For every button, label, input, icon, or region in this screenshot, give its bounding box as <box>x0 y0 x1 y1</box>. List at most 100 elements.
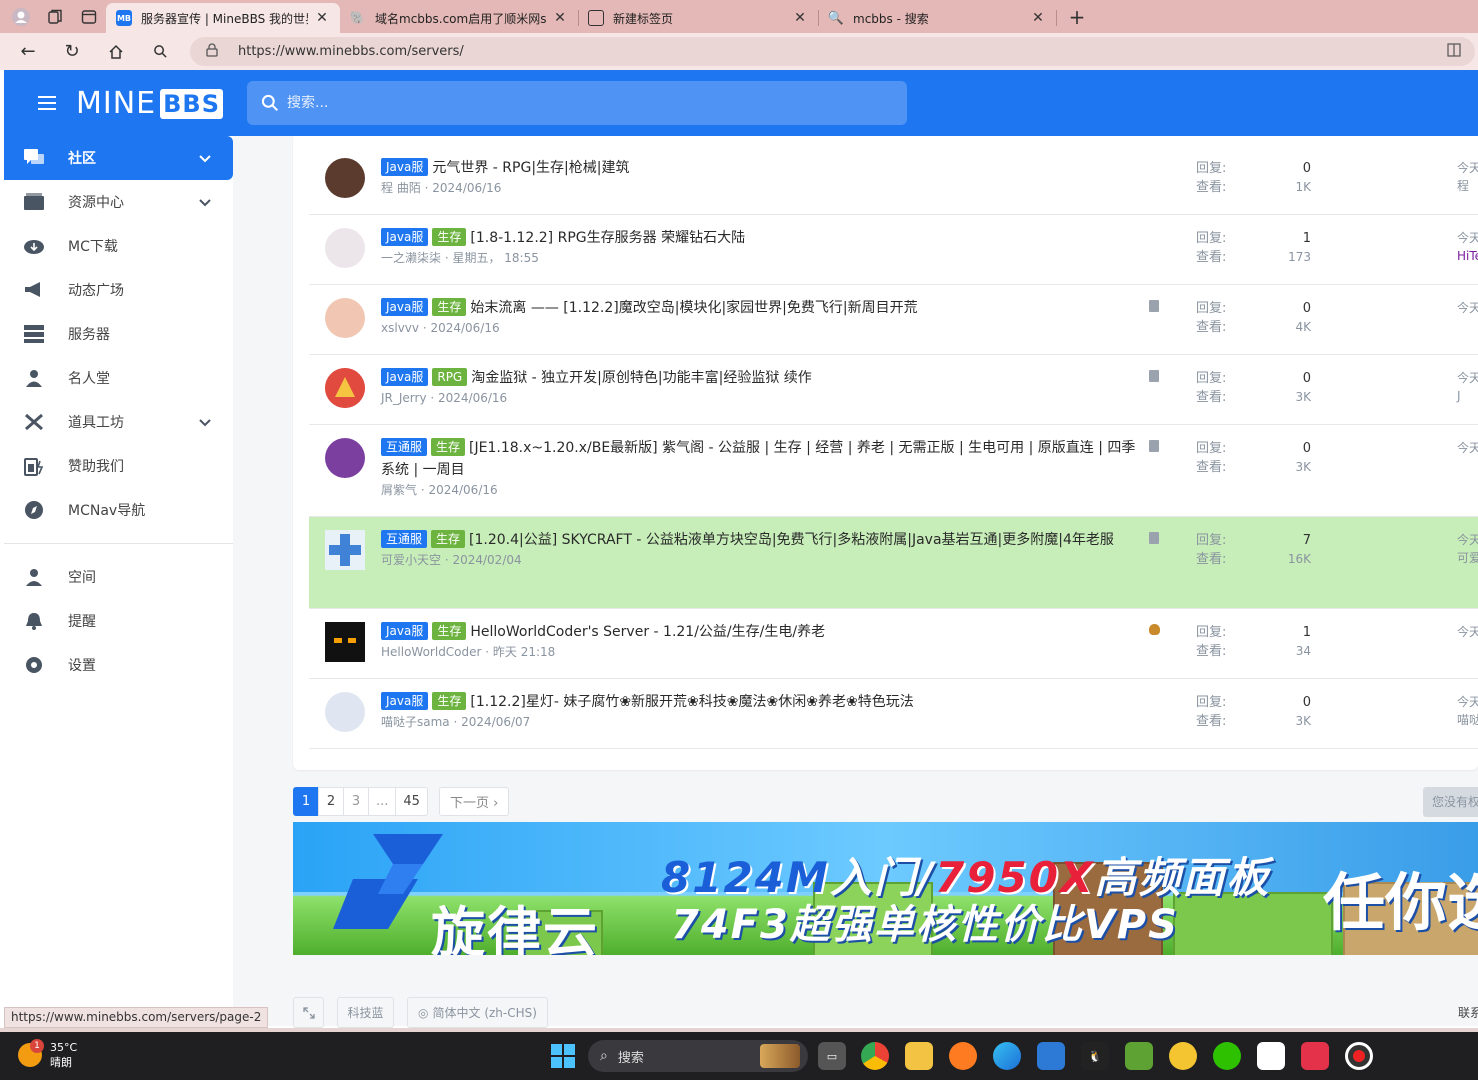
thread-row[interactable]: Java服 RPG 淘金监狱 - 独立开发|原创特色|功能丰富|经验监狱 续作 JR_… <box>309 355 1478 425</box>
thread-title[interactable]: Java服 生存 [1.12.2]星灯- 妹子腐竹❀新服开荒❀科技❀魔法❀休闲❀养老… <box>381 691 1141 713</box>
thread-row[interactable]: Java服 元气世界 - RPG|生存|枪械|建筑程 曲陌 · 2024/06/1… <box>309 136 1478 215</box>
thread-title-text[interactable]: [1.20.4|公益] SKYCRAFT - 公益粘液单方块空岛|免费飞行|多粘… <box>469 532 1114 548</box>
thread-title[interactable]: 互通服 生存 [JE1.18.x~1.20.x/BE最新版] 紫气阁 - 公益服 |… <box>381 437 1141 481</box>
last-post[interactable]: 今天 HiTe <box>1457 229 1478 265</box>
thread-title-text[interactable]: 始末流离 —— [1.12.2]魔改空岛|模块化|家园世界|免费飞行|新周目开荒 <box>470 300 917 316</box>
prefix-badge[interactable]: Java服 <box>381 622 429 640</box>
sidebar-item-2[interactable]: 提醒 <box>4 599 233 643</box>
thread-row[interactable]: Java服 生存 HelloWorldCoder's Server - 1.21/公… <box>309 609 1478 679</box>
banner-ad[interactable]: 旋律云 8124M入门/7950X高频面板 74F3超强单核性价比VPS 任你选 <box>293 822 1478 955</box>
weather-widget[interactable]: 1 35°C 晴朗 <box>18 1039 77 1070</box>
qq-icon[interactable]: 🐧 <box>1081 1042 1109 1070</box>
refresh-icon[interactable]: ↻ <box>56 36 88 68</box>
last-post[interactable]: 今天 <box>1457 439 1478 457</box>
last-post[interactable]: 今天程 <box>1457 159 1478 195</box>
home-icon[interactable] <box>100 36 132 68</box>
last-post[interactable]: 今天 可爱 <box>1457 531 1478 567</box>
thread-author[interactable]: 一之濑柒柒 <box>381 251 441 265</box>
avatar[interactable] <box>325 158 365 198</box>
last-post[interactable]: 今天 喵哒 <box>1457 693 1478 729</box>
split-screen-icon[interactable] <box>1447 43 1461 61</box>
contact-link[interactable]: 联系 <box>1458 1004 1478 1021</box>
next-page-button[interactable]: 下一页 › <box>438 787 510 816</box>
prefix-badge[interactable]: 互通服 <box>381 530 428 548</box>
sidebar-item-9[interactable]: MCNav导航 <box>4 488 233 532</box>
red-app-icon[interactable] <box>1301 1042 1329 1070</box>
page-link-3[interactable]: 3 <box>343 787 369 816</box>
taskbar-search[interactable]: ⌕ 搜索 <box>588 1040 808 1072</box>
tab-actions-icon[interactable] <box>76 4 102 30</box>
minecraft-icon[interactable] <box>1125 1042 1153 1070</box>
prefix-badge[interactable]: 互通服 <box>381 438 428 456</box>
fullscreen-icon[interactable] <box>293 997 324 1028</box>
thread-row[interactable]: Java服 生存 [1.8-1.12.2] RPG生存服务器 荣耀钻石大陆一之濑柒柒… <box>309 215 1478 285</box>
last-post-user[interactable]: 喵哒 <box>1457 711 1478 729</box>
last-post-user[interactable]: 程 <box>1457 177 1478 195</box>
thread-title-text[interactable]: [JE1.18.x~1.20.x/BE最新版] 紫气阁 - 公益服 | 生存 |… <box>381 440 1135 478</box>
avatar[interactable] <box>325 530 365 570</box>
page-link-1[interactable]: 1 <box>293 787 319 816</box>
sidebar-item-2[interactable]: 资源中心 <box>4 180 233 224</box>
last-post[interactable]: 今天 <box>1457 623 1478 641</box>
prefix-badge[interactable]: Java服 <box>381 692 429 710</box>
language-button[interactable]: ◎ 简体中文 (zh-CHS) <box>407 997 548 1028</box>
thread-row[interactable]: 互通服 生存 [1.20.4|公益] SKYCRAFT - 公益粘液单方块空岛|免费… <box>309 517 1478 609</box>
prefix-badge[interactable]: Java服 <box>381 298 429 316</box>
thread-author[interactable]: xslvvv <box>381 321 419 335</box>
page-link-5[interactable]: 45 <box>395 787 428 816</box>
close-tab-icon[interactable]: ✕ <box>1030 10 1046 26</box>
avatar[interactable] <box>325 438 365 478</box>
search-icon[interactable] <box>144 36 176 68</box>
task-view-icon[interactable]: ▭ <box>818 1042 846 1070</box>
avatar[interactable] <box>325 368 365 408</box>
thread-author[interactable]: 可爱小天空 <box>381 553 441 567</box>
no-permission-button[interactable]: 您没有权限 <box>1423 787 1478 817</box>
browser-tab-1[interactable]: MB 服务器宣传 | MineBBS 我的世界中 ✕ <box>106 3 340 33</box>
sidebar-item-7[interactable]: 道具工坊 <box>4 400 233 444</box>
sidebar-item-8[interactable]: 赞助我们 <box>4 444 233 488</box>
theme-button[interactable]: 科技蓝 <box>337 997 394 1028</box>
thread-title-text[interactable]: HelloWorldCoder's Server - 1.21/公益/生存/生电… <box>470 624 825 640</box>
app-icon[interactable] <box>1169 1042 1197 1070</box>
prefix-badge[interactable]: Java服 <box>381 158 429 176</box>
store-icon[interactable] <box>1037 1042 1065 1070</box>
edge-icon[interactable] <box>993 1042 1021 1070</box>
menu-toggle-icon[interactable] <box>38 96 56 110</box>
thread-title-text[interactable]: [1.12.2]星灯- 妹子腐竹❀新服开荒❀科技❀魔法❀休闲❀养老❀特色玩法 <box>470 694 913 710</box>
browser-tab-3[interactable]: 新建标签页 ✕ <box>578 3 819 33</box>
thread-author[interactable]: HelloWorldCoder <box>381 645 481 659</box>
thread-title[interactable]: Java服 生存 HelloWorldCoder's Server - 1.21/公… <box>381 621 1141 643</box>
new-tab-button[interactable]: + <box>1062 2 1092 32</box>
wechat-icon[interactable] <box>1213 1042 1241 1070</box>
site-search[interactable] <box>247 81 907 125</box>
thread-author[interactable]: 喵哒子sama <box>381 715 450 729</box>
sidebar-item-1[interactable]: 空间 <box>4 555 233 599</box>
chevron-down-icon[interactable] <box>199 151 211 167</box>
thread-title[interactable]: Java服 生存 始末流离 —— [1.12.2]魔改空岛|模块化|家园世界|免费飞… <box>381 297 1141 319</box>
network-app-icon[interactable] <box>1257 1042 1285 1070</box>
sidebar-item-6[interactable]: 名人堂 <box>4 356 233 400</box>
site-logo[interactable]: MINE BBS <box>76 86 224 121</box>
chrome-icon[interactable] <box>861 1042 889 1070</box>
search-input[interactable] <box>287 95 887 111</box>
collections-icon[interactable] <box>42 4 68 30</box>
thread-title-text[interactable]: [1.8-1.12.2] RPG生存服务器 荣耀钻石大陆 <box>470 230 745 246</box>
thread-title-text[interactable]: 元气世界 - RPG|生存|枪械|建筑 <box>432 160 629 176</box>
sidebar-item-3[interactable]: 设置 <box>4 643 233 687</box>
thread-title[interactable]: Java服 RPG 淘金监狱 - 独立开发|原创特色|功能丰富|经验监狱 续作 <box>381 367 1141 389</box>
thread-title[interactable]: 互通服 生存 [1.20.4|公益] SKYCRAFT - 公益粘液单方块空岛|免费… <box>381 529 1141 551</box>
sidebar-item-5[interactable]: 服务器 <box>4 312 233 356</box>
back-icon[interactable]: ← <box>12 36 44 68</box>
windows-start-icon[interactable] <box>551 1044 575 1068</box>
close-tab-icon[interactable]: ✕ <box>314 10 330 26</box>
last-post[interactable]: 今天 J <box>1457 369 1478 405</box>
last-post-user[interactable]: J <box>1457 387 1478 405</box>
thread-title[interactable]: Java服 生存 [1.8-1.12.2] RPG生存服务器 荣耀钻石大陆 <box>381 227 1141 249</box>
last-post-user[interactable]: HiTe <box>1457 247 1478 265</box>
thread-title[interactable]: Java服 元气世界 - RPG|生存|枪械|建筑 <box>381 157 1141 179</box>
thread-row[interactable]: 互通服 生存 [JE1.18.x~1.20.x/BE最新版] 紫气阁 - 公益服 |… <box>309 425 1478 517</box>
prefix-badge[interactable]: 生存 <box>432 228 467 246</box>
last-post[interactable]: 今天 <box>1457 299 1478 317</box>
sidebar-item-1[interactable]: 社区 <box>4 136 233 180</box>
thread-author[interactable]: 屑紫气 <box>381 483 417 497</box>
